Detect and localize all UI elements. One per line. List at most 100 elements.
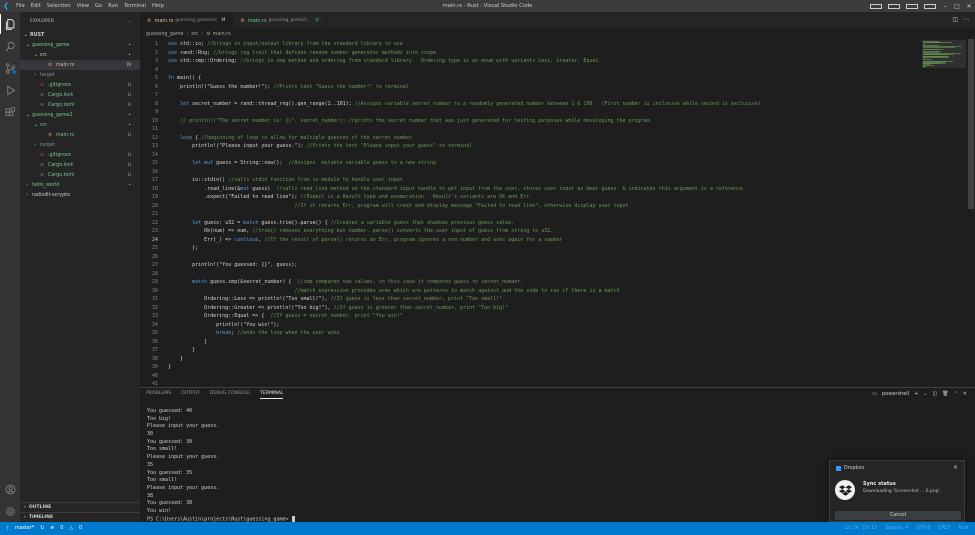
close-panel-icon[interactable]: ✕ (963, 391, 967, 397)
file-tree-item[interactable]: › radixdlt-scrypto (20, 190, 140, 200)
menu-bar: File Edit Selection View Go Run Terminal Help (16, 3, 164, 9)
file-tree-item[interactable]: ≡ Cargo.toml U (20, 170, 140, 180)
menu-item-run[interactable]: Run (108, 3, 118, 9)
file-tree-label: Cargo.toml (48, 172, 75, 178)
file-tree-item[interactable]: › target (20, 140, 140, 150)
extensions-icon[interactable] (0, 102, 20, 122)
git-status-badge: • (128, 42, 131, 48)
cancel-button[interactable]: Cancel (835, 511, 961, 520)
menu-item-selection[interactable]: Selection (47, 3, 71, 9)
breadcrumb-item[interactable]: src (191, 32, 198, 37)
file-tree-label: radixdlt-scrypto (32, 192, 70, 198)
panel-tab-problems[interactable]: PROBLEMS (146, 391, 171, 399)
file-tree-item[interactable]: ≡ .gitignore U (20, 150, 140, 160)
breadcrumb-item[interactable]: main.rs (213, 32, 231, 37)
code-line: 26 (140, 253, 920, 262)
git-status-badge: U (127, 132, 131, 138)
menu-item-edit[interactable]: Edit (31, 3, 41, 9)
file-tree-item[interactable]: ≡ .gitignore U (20, 80, 140, 90)
file-tree-item[interactable]: › target (20, 70, 140, 80)
split-editor-icon[interactable]: ◫ (952, 16, 958, 23)
code-line: 3 use std::cmp::Ordering; //brings in cmp… (140, 57, 920, 66)
menu-item-terminal[interactable]: Terminal (124, 3, 146, 9)
workspace-header[interactable]: ⌄ RUST (20, 30, 140, 40)
code-line: 28 (140, 270, 920, 279)
account-icon[interactable] (0, 479, 20, 499)
file-tree-item[interactable]: ⌄ guessing_game • (20, 40, 140, 50)
code-text: }; (168, 245, 199, 251)
customize-layout-icon[interactable] (924, 3, 936, 9)
panel-tab-output[interactable]: OUTPUT (181, 391, 200, 399)
chevron-up-icon[interactable]: ⌃ (954, 391, 958, 397)
warning-count[interactable]: 0 (79, 526, 82, 531)
terminal-shell-label[interactable]: powershell (882, 391, 909, 397)
sync-icon[interactable]: ↻ (40, 526, 44, 531)
minimap[interactable] (920, 39, 967, 385)
trash-icon[interactable]: 🗑 (942, 391, 948, 397)
run-debug-icon[interactable] (0, 80, 20, 100)
timeline-label: TIMELINE (28, 515, 54, 520)
toggle-secondary-sidebar-icon[interactable] (906, 3, 918, 9)
status-item[interactable]: CRLF (938, 526, 950, 531)
terminal-text: Too big! (147, 415, 172, 422)
code-text: use std::io; //brings in input/output li… (168, 41, 403, 47)
code-editor[interactable]: 1 use std::io; //brings in input/output l… (140, 39, 920, 385)
terminal-output[interactable]: You guessed: 40 Too big! Please input your… (147, 408, 827, 523)
toggle-panel-icon[interactable] (888, 3, 900, 9)
menu-item-view[interactable]: View (77, 3, 89, 9)
new-terminal-icon[interactable]: + (914, 391, 918, 397)
file-tree-item[interactable]: › hello_world • (20, 180, 140, 190)
file-tree-item[interactable]: ≡ Cargo.lock U (20, 90, 140, 100)
settings-gear-icon[interactable] (0, 501, 20, 521)
menu-item-help[interactable]: Help (152, 3, 164, 9)
status-item[interactable]: UTF-8 (916, 526, 930, 531)
editor-tab[interactable]: ⚙ main.rs guessing_game2\... U (233, 12, 327, 29)
panel-actions: ▭ powershell + ⌄ ◫ 🗑 ⌃ ✕ (872, 391, 967, 397)
source-control-icon[interactable] (0, 58, 20, 78)
file-tree-item[interactable]: ⌄ src • (20, 120, 140, 130)
breadcrumb-item[interactable]: guessing_game (146, 32, 183, 37)
menu-item-go[interactable]: Go (95, 3, 102, 9)
rust-file-icon: ⚙ (240, 17, 245, 24)
code-text: println!("You guessed: {}", guess); (168, 262, 298, 268)
status-item[interactable]: Spaces: 4 (885, 526, 908, 531)
editor-scrollbar[interactable] (967, 39, 975, 385)
split-terminal-icon[interactable]: ◫ (933, 391, 938, 397)
panel-tab-terminal[interactable]: TERMINAL (260, 391, 284, 399)
panel-tab-debug-console[interactable]: DEBUG CONSOLE (210, 391, 250, 399)
chevron-down-icon[interactable]: ⌄ (923, 391, 927, 397)
outline-section[interactable]: › OUTLINE (20, 502, 140, 512)
code-line: 34 println!("You win!"); (140, 321, 920, 330)
more-actions-icon[interactable]: ⋯ (963, 16, 969, 23)
scrollbar-thumb[interactable] (968, 39, 974, 209)
maximize-icon[interactable]: □ (951, 3, 963, 10)
close-window-icon[interactable]: ✕ (963, 3, 975, 10)
code-line: 5 fn main() { (140, 74, 920, 83)
file-tree-item[interactable]: ⚙ main.rs M (20, 60, 140, 70)
file-tree-item[interactable]: ⚙ main.rs U (20, 130, 140, 140)
editor-tab[interactable]: ⚙ main.rs guessing_game\src M (140, 12, 234, 29)
code-text: let mut guess = String::new(); //Assigns… (192, 160, 436, 166)
menu-item-file[interactable]: File (16, 3, 25, 9)
code-text: Ordering::Equal => { //If guess = secret… (168, 313, 403, 319)
status-item[interactable]: Rust (958, 526, 969, 531)
toggle-primary-sidebar-icon[interactable] (870, 3, 882, 9)
error-count[interactable]: 0 (60, 526, 63, 531)
explorer-icon[interactable] (0, 14, 20, 34)
dropbox-badge-icon (836, 466, 841, 471)
code-text: Ok(num) => num, //trim() removes everyth… (168, 228, 554, 234)
file-tree-item[interactable]: ⌄ src • (20, 50, 140, 60)
minimize-icon[interactable]: – (939, 3, 951, 10)
tab-status[interactable]: U (315, 18, 318, 23)
file-tree-item[interactable]: ≡ Cargo.toml U (20, 100, 140, 110)
timeline-section[interactable]: › TIMELINE (20, 512, 140, 522)
git-branch[interactable]: master* (15, 526, 34, 531)
more-actions-icon[interactable]: … (127, 19, 132, 24)
status-item[interactable]: Ln 24, Col 13 (845, 526, 877, 531)
tab-description: guessing_game\src (175, 18, 218, 23)
search-icon[interactable] (0, 36, 20, 56)
tab-status[interactable]: M (221, 18, 225, 23)
file-tree-item[interactable]: ≡ Cargo.lock U (20, 160, 140, 170)
close-icon[interactable]: × (953, 464, 958, 471)
file-tree-item[interactable]: ⌄ guessing_game2 • (20, 110, 140, 120)
